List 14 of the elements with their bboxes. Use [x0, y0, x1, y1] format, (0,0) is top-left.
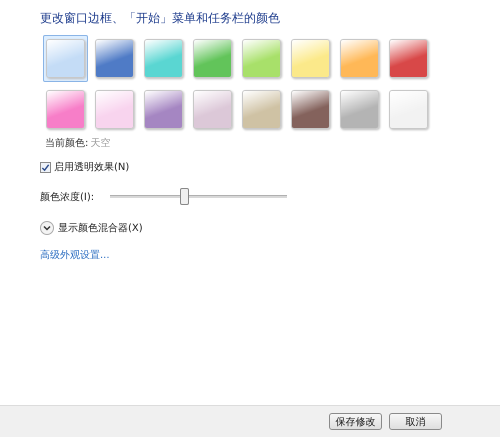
- slider-label: 颜色浓度(I):: [40, 190, 96, 204]
- slider-thumb[interactable]: [180, 188, 190, 205]
- current-color-label: 当前颜色:: [45, 138, 88, 149]
- current-color-value: 天空: [90, 138, 110, 149]
- dialog-button[interactable]: 取消: [389, 413, 442, 430]
- advanced-settings-link[interactable]: 高级外观设置...: [40, 248, 110, 262]
- page-title: 更改窗口边框、「开始」菜单和任务栏的颜色: [40, 10, 281, 27]
- dialog-button[interactable]: 保存修改: [329, 413, 382, 430]
- color-swatch[interactable]: [43, 35, 88, 82]
- checkbox[interactable]: [40, 162, 51, 172]
- checkbox-label: 启用透明效果(N): [54, 160, 130, 174]
- chevron-down-icon: [42, 223, 52, 233]
- expand-button[interactable]: [40, 221, 54, 235]
- mixer-label: 显示颜色混合器(X): [58, 222, 143, 235]
